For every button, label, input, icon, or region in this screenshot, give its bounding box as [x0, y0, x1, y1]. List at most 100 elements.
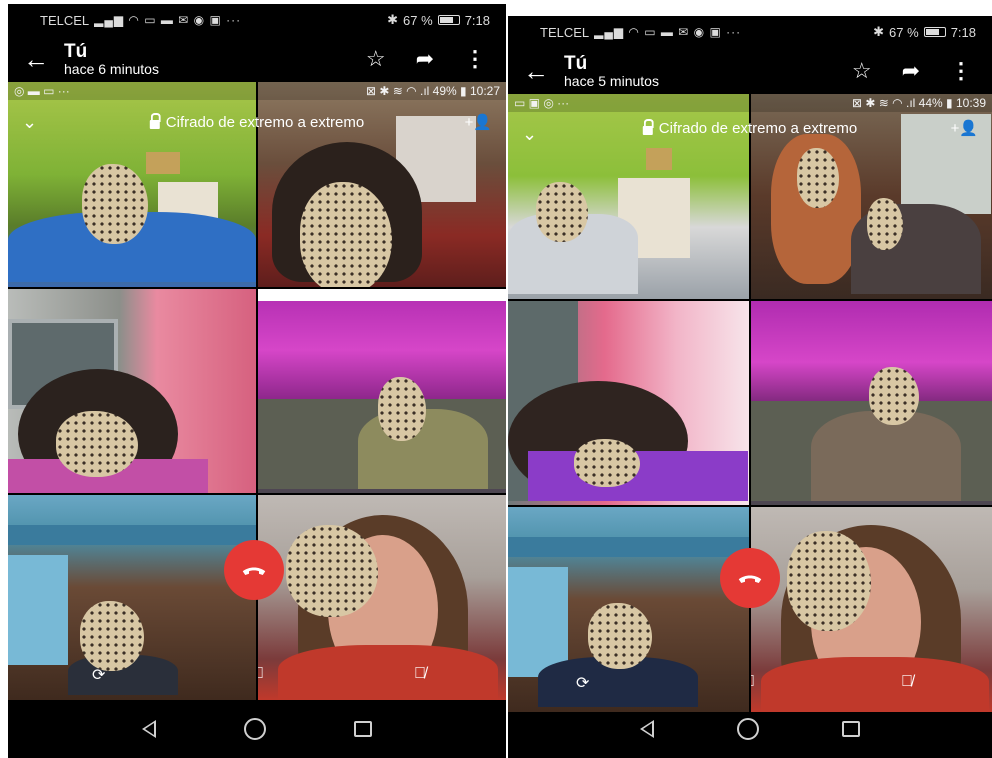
status-bar: TELCEL ▂▄▆ ◠ ▭ ▬ ✉ ◉ ▣ ··· ✱ 67 % 7:18 — [8, 4, 506, 36]
blurred-face — [378, 376, 426, 441]
phone-screen-left: TELCEL ▂▄▆ ◠ ▭ ▬ ✉ ◉ ▣ ··· ✱ 67 % 7:18 ←… — [8, 4, 506, 758]
video-off-icon[interactable]: ▶⃠ — [751, 673, 755, 691]
contact-name: Tú — [564, 52, 588, 74]
call-app-bar: ← Tú hace 5 minutos ☆ ➦ ⋮ — [508, 48, 992, 94]
blurred-face — [797, 148, 839, 208]
nav-recents-icon[interactable] — [842, 721, 861, 737]
arrow-left-icon[interactable]: ← — [508, 58, 564, 84]
inner-status-icons: ▭ ▣ ◎ ··· — [514, 96, 570, 110]
video-tile-participant-1: ▭ ▣ ◎ ··· ⌄ — [508, 94, 749, 299]
ceiling — [258, 288, 506, 301]
end-call-icon — [242, 567, 266, 575]
participant-body — [278, 645, 498, 700]
last-seen-label: hace 6 minutos — [64, 60, 159, 77]
nav-back-icon[interactable] — [639, 720, 654, 738]
battery-icon — [437, 15, 460, 25]
more-vert-icon[interactable]: ⋮ — [950, 58, 972, 84]
android-nav-bar — [508, 700, 992, 758]
encryption-row: ⌄ — [8, 108, 256, 136]
inner-time: 10:39 — [955, 96, 986, 110]
video-tile-participant-3 — [8, 288, 256, 494]
video-off-icon[interactable]: ▶⃠ — [258, 665, 264, 683]
bluetooth-icon: ✱ — [873, 24, 885, 39]
chevron-down-icon[interactable]: ⌄ — [22, 112, 37, 133]
blurred-face — [787, 531, 871, 632]
end-call-icon — [738, 575, 762, 583]
blurred-face — [588, 603, 652, 670]
star-icon[interactable]: ☆ — [852, 58, 872, 84]
mic-off-icon[interactable]: 🎙̸ — [901, 673, 913, 691]
shared-screen-status-bar: ▭ ▣ ◎ ··· — [508, 94, 749, 112]
blurred-face — [574, 438, 640, 487]
clock-time: 7:18 — [950, 24, 976, 40]
signal-wifi-icons: ▂▄▆ ◠ ▭ ▬ ✉ ◉ ▣ ··· — [94, 13, 242, 27]
video-tile-participant-5: ⟳ — [508, 507, 749, 712]
mic-off-icon[interactable]: 🎙̸ — [414, 665, 426, 683]
phone-screen-right: TELCEL ▂▄▆ ◠ ▭ ▬ ✉ ◉ ▣ ··· ✱ 67 % 7:18 ←… — [508, 16, 992, 758]
wall-poster — [508, 567, 568, 678]
share-arrow-icon[interactable]: ➦ — [902, 58, 920, 84]
end-call-button[interactable] — [224, 540, 284, 600]
star-icon[interactable]: ☆ — [366, 46, 386, 72]
window-curtain — [901, 114, 991, 214]
shelf — [8, 525, 256, 546]
video-tile-participant-6: ▶⃠ 🎙̸ — [751, 507, 992, 712]
share-arrow-icon[interactable]: ➦ — [416, 46, 434, 72]
arrow-left-icon[interactable]: ← — [8, 46, 64, 72]
video-tile-participant-4 — [258, 288, 506, 494]
android-nav-bar — [8, 700, 506, 758]
more-vert-icon[interactable]: ⋮ — [464, 46, 486, 72]
nav-home-icon[interactable] — [244, 718, 266, 740]
blurred-face — [286, 525, 378, 618]
blurred-face — [56, 410, 138, 477]
inner-status-icons: ◎ ▬ ▭ ··· — [14, 84, 70, 98]
shared-screen-status-bar: ◎ ▬ ▭ ··· — [8, 82, 256, 100]
status-bar: TELCEL ▂▄▆ ◠ ▭ ▬ ✉ ◉ ▣ ··· ✱ 67 % 7:18 — [508, 16, 992, 48]
shelf — [508, 537, 749, 558]
encryption-row: ⌄ — [508, 120, 749, 148]
wall-picture — [146, 152, 180, 174]
video-tile-participant-3 — [508, 300, 749, 506]
video-tile-participant-2: ⊠ ✱ ≋ ◠ .ıl 49% ▮ 10:27 — [258, 82, 506, 287]
nav-back-icon[interactable] — [142, 720, 156, 738]
nav-home-icon[interactable] — [736, 718, 759, 740]
inner-status-right: ⊠ ✱ ≋ ◠ .ıl 44% ▮ 10:39 — [852, 96, 986, 110]
blurred-face — [80, 601, 144, 672]
video-tile-participant-5: ⟳ — [8, 495, 256, 700]
bluetooth-icon: ✱ — [387, 12, 399, 27]
battery-percent: 67 % — [403, 12, 433, 28]
battery-icon — [923, 27, 946, 37]
call-app-bar: ← Tú hace 6 minutos ☆ ➦ ⋮ — [8, 36, 506, 82]
video-tile-participant-4 — [751, 300, 992, 506]
shared-screen-status-bar: ⊠ ✱ ≋ ◠ .ıl 44% ▮ 10:39 — [751, 94, 992, 112]
inner-status-right: ⊠ ✱ ≋ ◠ .ıl 49% ▮ 10:27 — [366, 84, 500, 98]
nav-recents-icon[interactable] — [354, 721, 372, 737]
inner-time: 10:27 — [469, 84, 500, 98]
blurred-face — [869, 366, 919, 425]
end-call-button[interactable] — [720, 548, 780, 608]
clock-time: 7:18 — [464, 12, 490, 28]
switch-camera-icon[interactable]: ⟳ — [576, 673, 589, 693]
blurred-face — [82, 164, 148, 244]
carrier-label: TELCEL — [40, 12, 90, 28]
signal-wifi-icons: ▂▄▆ ◠ ▭ ▬ ✉ ◉ ▣ ··· — [594, 25, 742, 39]
video-tile-participant-2: ⊠ ✱ ≋ ◠ .ıl 44% ▮ 10:39 — [751, 94, 992, 299]
contact-title-block: Tú hace 6 minutos — [64, 40, 366, 77]
screenshot-canvas: TELCEL ▂▄▆ ◠ ▭ ▬ ✉ ◉ ▣ ··· ✱ 67 % 7:18 ←… — [0, 0, 992, 758]
switch-camera-icon[interactable]: ⟳ — [92, 665, 105, 685]
video-tile-participant-1: ◎ ▬ ▭ ··· ⌄ — [8, 82, 256, 287]
video-tile-participant-6: ▶⃠ 🎙̸ — [258, 495, 506, 700]
chevron-down-icon[interactable]: ⌄ — [522, 124, 537, 145]
contact-name: Tú — [64, 40, 88, 62]
inner-battery: 44% — [918, 96, 943, 110]
shared-screen-status-bar: ⊠ ✱ ≋ ◠ .ıl 49% ▮ 10:27 — [258, 82, 506, 100]
last-seen-label: hace 5 minutos — [564, 72, 659, 89]
video-call-grid: ◎ ▬ ▭ ··· ⌄ ⊠ ✱ ≋ ◠ .ıl 49% ▮ 10:27 ⟳ 🎙̸ — [8, 82, 506, 700]
contact-title-block: Tú hace 5 minutos — [564, 52, 852, 89]
wall-poster — [8, 555, 68, 666]
wall-picture — [646, 148, 672, 170]
inner-battery: 49% — [432, 84, 457, 98]
video-call-grid: ▭ ▣ ◎ ··· ⌄ ⊠ ✱ ≋ ◠ .ıl 44% ▮ 10:39 ⟳ 🎙̸ — [508, 94, 992, 712]
battery-percent: 67 % — [889, 24, 919, 40]
blurred-face — [536, 182, 588, 242]
